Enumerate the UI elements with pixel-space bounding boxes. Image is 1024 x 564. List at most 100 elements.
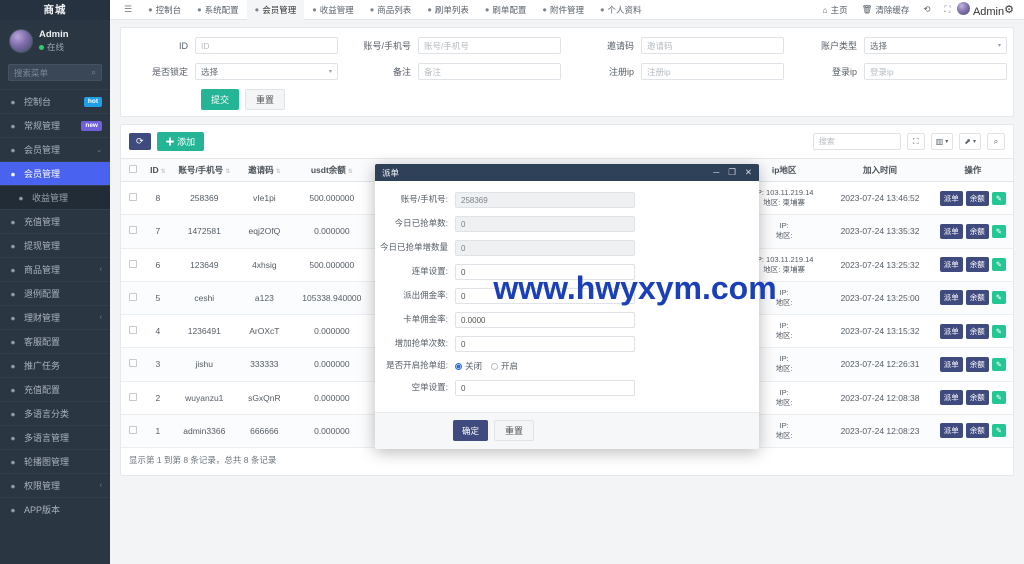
gear-icon[interactable]: ⚙ bbox=[1004, 3, 1018, 16]
balance-button[interactable]: 余额 bbox=[966, 324, 989, 339]
modal-field-input[interactable]: 0.0000 bbox=[455, 312, 635, 328]
minimize-icon[interactable]: ─ bbox=[713, 167, 719, 178]
row-checkbox[interactable] bbox=[129, 426, 137, 434]
modal-field-input[interactable]: 0 bbox=[455, 288, 635, 304]
sidebar-item-16[interactable]: ●权限管理‹ bbox=[0, 473, 110, 497]
topbar-action-2[interactable]: ⟲ bbox=[916, 4, 937, 15]
dispatch-button[interactable]: 派单 bbox=[940, 191, 963, 206]
row-checkbox[interactable] bbox=[129, 260, 137, 268]
column-header-13[interactable]: 加入时间 bbox=[827, 159, 932, 182]
submit-button[interactable]: 提交 bbox=[201, 89, 239, 110]
tab-5[interactable]: ●刷单列表 bbox=[419, 0, 477, 20]
row-checkbox-cell[interactable] bbox=[121, 215, 144, 248]
tab-2[interactable]: ●会员管理 bbox=[247, 0, 305, 20]
row-checkbox[interactable] bbox=[129, 293, 137, 301]
dispatch-button[interactable]: 派单 bbox=[940, 257, 963, 272]
row-checkbox-cell[interactable] bbox=[121, 414, 144, 447]
column-header-3[interactable]: usdt余额⇅ bbox=[292, 159, 372, 182]
row-checkbox[interactable] bbox=[129, 326, 137, 334]
filter-input[interactable]: 账号/手机号 bbox=[418, 37, 561, 54]
filter-input[interactable]: ID bbox=[195, 37, 338, 54]
filter-input[interactable]: 登录ip bbox=[864, 63, 1007, 80]
balance-button[interactable]: 余额 bbox=[966, 257, 989, 272]
row-checkbox[interactable] bbox=[129, 359, 137, 367]
tab-6[interactable]: ●刷单配置 bbox=[477, 0, 535, 20]
row-checkbox[interactable] bbox=[129, 226, 137, 234]
sidebar-item-8[interactable]: ●退例配置 bbox=[0, 281, 110, 305]
filter-select[interactable]: 选择▾ bbox=[195, 63, 338, 80]
filter-input[interactable]: 备注 bbox=[418, 63, 561, 80]
sidebar-item-3[interactable]: ●会员管理 bbox=[0, 161, 110, 185]
column-header-0[interactable]: ID⇅ bbox=[144, 159, 171, 182]
tab-1[interactable]: ●系统配置 bbox=[189, 0, 247, 20]
sidebar-item-13[interactable]: ●多语言分类 bbox=[0, 401, 110, 425]
edit-pencil-icon[interactable]: ✎ bbox=[992, 325, 1006, 338]
maximize-icon[interactable]: ❐ bbox=[728, 167, 736, 178]
sidebar-item-9[interactable]: ●理财管理‹ bbox=[0, 305, 110, 329]
balance-button[interactable]: 余额 bbox=[966, 191, 989, 206]
modal-last-field-input[interactable]: 0 bbox=[455, 380, 635, 396]
sidebar-item-1[interactable]: ●常规管理new bbox=[0, 113, 110, 137]
sidebar-item-17[interactable]: ●APP版本 bbox=[0, 497, 110, 521]
modal-field-input[interactable]: 0 bbox=[455, 264, 635, 280]
refresh-icon[interactable]: ⟳ bbox=[129, 133, 151, 150]
column-header-14[interactable]: 操作 bbox=[933, 159, 1013, 182]
modal-header[interactable]: 派单 ─ ❐ ✕ bbox=[375, 164, 759, 181]
row-checkbox[interactable] bbox=[129, 393, 137, 401]
balance-button[interactable]: 余额 bbox=[966, 224, 989, 239]
export-icon[interactable]: ⬈▾ bbox=[959, 133, 981, 150]
topbar-action-0[interactable]: ⌂主页 bbox=[815, 4, 854, 16]
tab-3[interactable]: ●收益管理 bbox=[304, 0, 362, 20]
hamburger-icon[interactable]: ☰ bbox=[116, 4, 140, 15]
search-icon[interactable]: ⌕ bbox=[987, 133, 1005, 150]
balance-button[interactable]: 余额 bbox=[966, 423, 989, 438]
sidebar-item-2[interactable]: ●会员管理⌄ bbox=[0, 137, 110, 161]
tab-8[interactable]: ●个人资料 bbox=[592, 0, 650, 20]
row-checkbox-cell[interactable] bbox=[121, 281, 144, 314]
row-checkbox-cell[interactable] bbox=[121, 348, 144, 381]
edit-pencil-icon[interactable]: ✎ bbox=[992, 192, 1006, 205]
edit-pencil-icon[interactable]: ✎ bbox=[992, 258, 1006, 271]
edit-pencil-icon[interactable]: ✎ bbox=[992, 291, 1006, 304]
close-icon[interactable]: ✕ bbox=[745, 167, 752, 178]
table-search-input[interactable]: 搜索 bbox=[813, 133, 901, 150]
sidebar-item-10[interactable]: ●客服配置 bbox=[0, 329, 110, 353]
columns-icon[interactable]: ▥▾ bbox=[931, 133, 954, 150]
dispatch-button[interactable]: 派单 bbox=[940, 390, 963, 405]
column-header-1[interactable]: 账号/手机号⇅ bbox=[172, 159, 237, 182]
topbar-action-1[interactable]: 🗑清除缓存 bbox=[855, 4, 917, 16]
row-checkbox-cell[interactable] bbox=[121, 182, 144, 215]
sidebar-user[interactable]: Admin 在线 bbox=[0, 20, 110, 62]
modal-radio-0[interactable]: 关闭 bbox=[455, 360, 482, 372]
tab-0[interactable]: ●控制台 bbox=[140, 0, 189, 20]
tab-4[interactable]: ●商品列表 bbox=[362, 0, 420, 20]
row-checkbox-cell[interactable] bbox=[121, 248, 144, 281]
balance-button[interactable]: 余额 bbox=[966, 390, 989, 405]
dispatch-button[interactable]: 派单 bbox=[940, 290, 963, 305]
filter-input[interactable]: 注册ip bbox=[641, 63, 784, 80]
edit-pencil-icon[interactable]: ✎ bbox=[992, 358, 1006, 371]
sidebar-item-15[interactable]: ●轮播图管理 bbox=[0, 449, 110, 473]
row-checkbox[interactable] bbox=[129, 193, 137, 201]
edit-pencil-icon[interactable]: ✎ bbox=[992, 391, 1006, 404]
account-menu[interactable]: Admin bbox=[957, 2, 1004, 18]
row-checkbox-cell[interactable] bbox=[121, 315, 144, 348]
dispatch-button[interactable]: 派单 bbox=[940, 423, 963, 438]
edit-pencil-icon[interactable]: ✎ bbox=[992, 424, 1006, 437]
topbar-action-3[interactable]: ⛶ bbox=[938, 4, 958, 15]
modal-reset-button[interactable]: 重置 bbox=[494, 420, 534, 441]
dispatch-button[interactable]: 派单 bbox=[940, 224, 963, 239]
fullscreen-icon[interactable]: ⛶ bbox=[907, 133, 925, 150]
select-all-header[interactable] bbox=[121, 159, 144, 182]
sidebar-item-12[interactable]: ●充值配置 bbox=[0, 377, 110, 401]
filter-select[interactable]: 选择▾ bbox=[864, 37, 1007, 54]
dispatch-button[interactable]: 派单 bbox=[940, 324, 963, 339]
add-button[interactable]: ✚ 添加 bbox=[157, 132, 205, 151]
tab-7[interactable]: ●附件管理 bbox=[534, 0, 592, 20]
select-all-checkbox[interactable] bbox=[129, 165, 137, 173]
sidebar-item-4[interactable]: ●收益管理 bbox=[0, 185, 110, 209]
sidebar-item-14[interactable]: ●多语言管理 bbox=[0, 425, 110, 449]
modal-radio-1[interactable]: 开启 bbox=[491, 360, 518, 372]
modal-field-input[interactable]: 0 bbox=[455, 336, 635, 352]
balance-button[interactable]: 余额 bbox=[966, 290, 989, 305]
